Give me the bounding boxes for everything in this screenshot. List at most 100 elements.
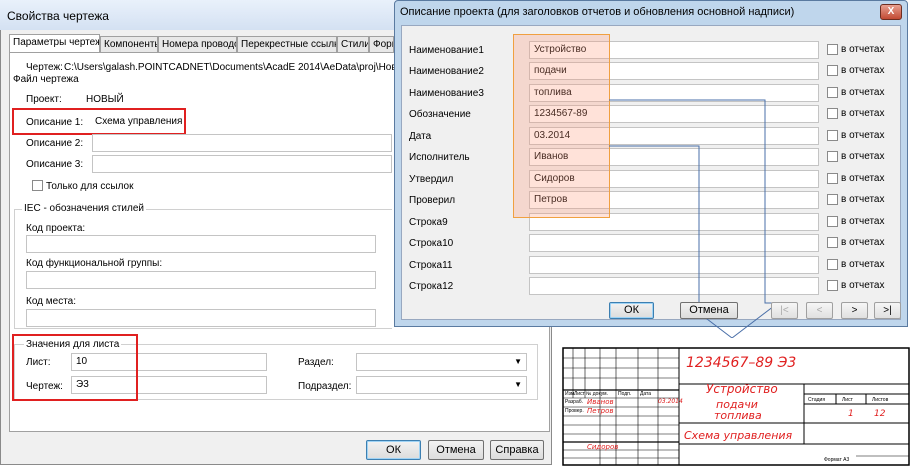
project-label: Проект: [26, 94, 62, 105]
file-group-title: Файл чертежа [13, 74, 79, 85]
stamp-header-sheet: Лист [574, 391, 585, 397]
stamp-sheet-number: 1 [848, 409, 854, 419]
stamp-doc-title: Схема управления [684, 429, 793, 442]
description2-input[interactable] [92, 134, 392, 152]
stamp-header-doc: № докум. [586, 391, 608, 397]
stamp-date: 03.2014 [658, 398, 683, 405]
drawing-path-value: C:\Users\galash.POINTCADNET\Documents\Ac… [64, 62, 394, 73]
description3-input[interactable] [92, 155, 392, 173]
row-in-reports-label: в отчетах [841, 87, 885, 98]
row-label-designation: Обозначение [409, 109, 471, 120]
stamp-name1: Устройство [706, 382, 778, 396]
func-group-input[interactable] [26, 271, 376, 289]
row-label-line10: Строка10 [409, 238, 454, 249]
func-group-label: Код функциональной группы: [26, 258, 163, 269]
project-cancel-button[interactable]: Отмена [680, 302, 738, 319]
row-label-line9: Строка9 [409, 217, 448, 228]
chevron-down-icon: ▼ [514, 357, 522, 366]
row-in-reports-label: в отчетах [841, 108, 885, 119]
row-checkbox-line11[interactable] [827, 259, 838, 270]
highlight-sheet-values [12, 334, 138, 401]
row-in-reports-label: в отчетах [841, 130, 885, 141]
row-label-approver: Утвердил [409, 174, 454, 185]
project-ok-button[interactable]: ОК [609, 302, 654, 319]
section-label: Раздел: [298, 357, 334, 368]
row-checkbox-name2[interactable] [827, 65, 838, 76]
stamp-designation: 1234567–89 Э3 [686, 355, 797, 371]
row-label-date: Дата [409, 131, 432, 142]
tab-drawing-settings[interactable]: Параметры чертежа [9, 34, 100, 53]
row-label-name2: Наименование2 [409, 66, 484, 77]
stamp-format: Формат А3 [824, 457, 850, 463]
row-checkbox-checker[interactable] [827, 194, 838, 205]
chevron-down-icon: ▼ [514, 380, 522, 389]
ref-only-label: Только для ссылок [46, 181, 134, 192]
stamp-checker: Петров [587, 407, 614, 415]
row-checkbox-line10[interactable] [827, 237, 838, 248]
project-description-title: Описание проекта (для заголовков отчетов… [400, 6, 795, 18]
row-checkbox-executor[interactable] [827, 151, 838, 162]
row-label-line12: Строка12 [409, 281, 454, 292]
tab-styles[interactable]: Стили [337, 36, 369, 52]
tab-cross-references[interactable]: Перекрестные ссылки [237, 36, 337, 52]
project-value: НОВЫЙ [86, 94, 124, 105]
help-button[interactable]: Справка [490, 440, 544, 460]
description2-label: Описание 2: [26, 138, 84, 149]
ref-only-checkbox[interactable] [32, 180, 43, 191]
row-in-reports-label: в отчетах [841, 280, 885, 291]
previous-record-button[interactable]: < [806, 302, 833, 319]
row-in-reports-label: в отчетах [841, 216, 885, 227]
stamp-header-date: Дата [640, 391, 652, 397]
stamp-header-checker: Провер. [565, 408, 584, 414]
row-checkbox-date[interactable] [827, 130, 838, 141]
location-code-input[interactable] [26, 309, 376, 327]
stamp-name3: топлива [714, 409, 762, 422]
stamp-developer: Иванов [587, 398, 614, 406]
stamp-header-sheet2: Лист [842, 397, 853, 403]
tab-components[interactable]: Компоненты [100, 36, 158, 52]
row-in-reports-label: в отчетах [841, 259, 885, 270]
row-checkbox-approver[interactable] [827, 173, 838, 184]
row-in-reports-label: в отчетах [841, 65, 885, 76]
highlight-title-values [513, 34, 610, 218]
row-in-reports-label: в отчетах [841, 44, 885, 55]
last-record-button[interactable]: >| [874, 302, 901, 319]
row-in-reports-label: в отчетах [841, 151, 885, 162]
stamp-header-developer: Разраб. [565, 399, 584, 405]
stamp-approver: Сидоров [587, 443, 619, 451]
project-code-label: Код проекта: [26, 223, 86, 234]
iec-group-title: IEC - обозначения стилей [22, 203, 146, 214]
tab-wire-numbers[interactable]: Номера проводов [158, 36, 237, 52]
row-label-line11: Строка11 [409, 260, 453, 271]
subsection-label: Подраздел: [298, 381, 352, 392]
stamp-header-sheets: Листов [872, 397, 889, 403]
ok-button[interactable]: ОК [366, 440, 421, 460]
drawing-path-label: Чертеж: [26, 62, 63, 73]
window-title: Свойства чертежа [7, 9, 109, 23]
row-in-reports-label: в отчетах [841, 237, 885, 248]
description3-label: Описание 3: [26, 159, 84, 170]
section-combobox[interactable]: ▼ [356, 353, 527, 371]
row-label-checker: Проверил [409, 195, 456, 206]
next-record-button[interactable]: > [841, 302, 868, 319]
row-in-reports-label: в отчетах [841, 173, 885, 184]
first-record-button[interactable]: |< [771, 302, 798, 319]
subsection-combobox[interactable]: ▼ [356, 376, 527, 394]
row-checkbox-line9[interactable] [827, 216, 838, 227]
title-block-stamp: Изм. Лист № докум. Подп. Дата Разраб. Пр… [556, 338, 910, 466]
row-checkbox-name3[interactable] [827, 87, 838, 98]
close-icon[interactable]: X [880, 4, 902, 20]
stamp-sheet-count: 12 [874, 409, 886, 419]
location-code-label: Код места: [26, 296, 77, 307]
cancel-button[interactable]: Отмена [428, 440, 484, 460]
row-in-reports-label: в отчетах [841, 194, 885, 205]
project-code-input[interactable] [26, 235, 376, 253]
row-checkbox-name1[interactable] [827, 44, 838, 55]
highlight-description1 [12, 108, 186, 135]
tab-format[interactable]: Форм [369, 36, 394, 52]
stamp-header-sign: Подп. [618, 391, 632, 397]
stamp-header-stage: Стадия [808, 397, 826, 403]
row-checkbox-designation[interactable] [827, 108, 838, 119]
row-label-name3: Наименование3 [409, 88, 484, 99]
row-checkbox-line12[interactable] [827, 280, 838, 291]
